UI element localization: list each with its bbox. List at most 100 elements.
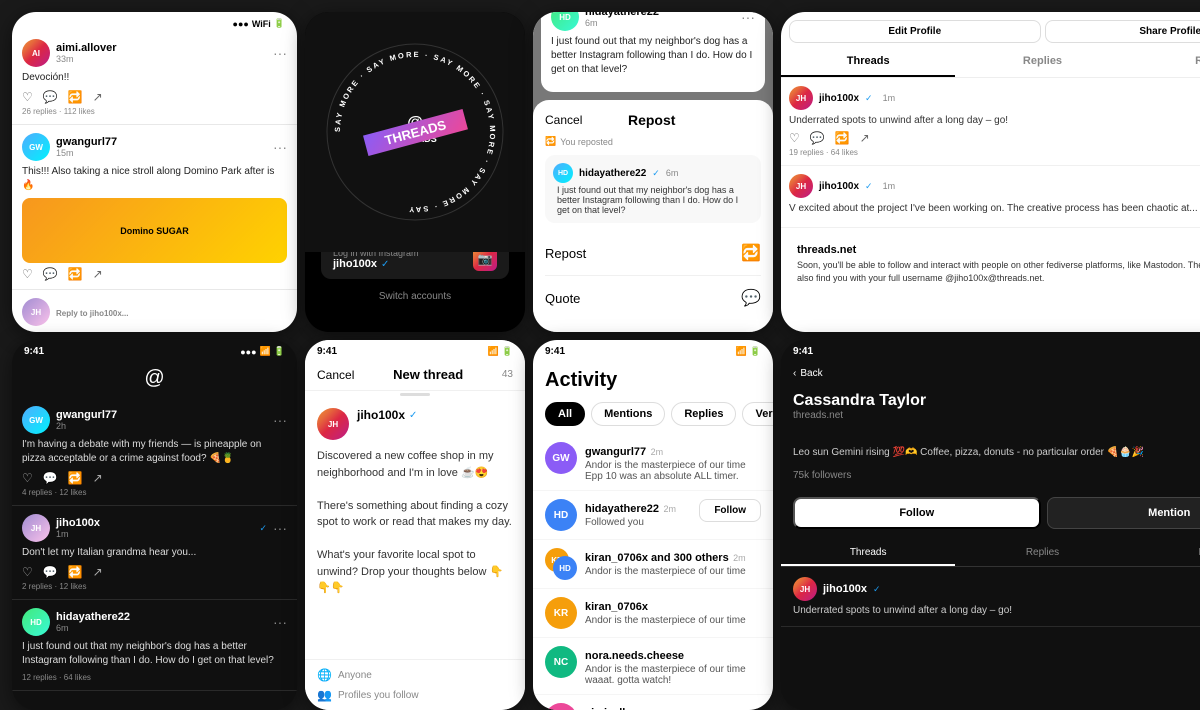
tab-threads[interactable]: Threads bbox=[781, 47, 955, 77]
quote-option[interactable]: Quote 💬 bbox=[545, 276, 761, 320]
more-options-icon[interactable]: ··· bbox=[273, 45, 287, 61]
verified-icon: ✓ bbox=[381, 259, 389, 270]
more-options-icon[interactable]: ··· bbox=[741, 12, 755, 25]
activity-item: HD hidayathere22 2m Followed you Follow bbox=[533, 491, 773, 540]
composer-text-area[interactable]: Discovered a new coffee shop in my neigh… bbox=[317, 448, 513, 597]
more-options-icon[interactable]: ··· bbox=[273, 139, 287, 155]
profile-actions: Follow Mention bbox=[781, 493, 1200, 533]
post-text: Don't let my Italian grandma hear you... bbox=[22, 546, 287, 560]
post-item: JH Reply to jiho100x... bbox=[12, 290, 297, 332]
post-text: Devoción!! bbox=[22, 71, 287, 85]
follow-button[interactable]: Follow bbox=[793, 497, 1041, 529]
activity-content: hidayathere22 2m Followed you bbox=[585, 499, 691, 528]
phone-activity: 9:41 📶🔋 Activity All Mentions Replies Ve… bbox=[533, 340, 773, 710]
reply-count: 26 replies · 112 likes bbox=[22, 107, 287, 116]
phone-profile: Edit Profile Share Profile Threads Repli… bbox=[781, 12, 1200, 332]
comment-icon[interactable]: 💬 bbox=[810, 131, 825, 145]
tab-replies[interactable]: Replies bbox=[671, 402, 736, 426]
edit-profile-button[interactable]: Edit Profile bbox=[789, 20, 1041, 43]
like-icon[interactable]: ♡ bbox=[789, 131, 800, 145]
reply-count: 19 replies · 64 likes bbox=[789, 148, 1200, 157]
follow-button[interactable]: Follow bbox=[699, 499, 761, 522]
globe-icon: 🌐 bbox=[317, 668, 332, 682]
share-icon[interactable]: ↗ bbox=[93, 90, 103, 104]
avatar: GW bbox=[545, 442, 577, 474]
repost-icon[interactable]: 🔁 bbox=[68, 90, 83, 104]
post-time: 15m bbox=[56, 148, 267, 158]
status-icons: 📶🔋 bbox=[736, 346, 761, 357]
repost-icon[interactable]: 🔁 bbox=[835, 131, 850, 145]
tab-mentions[interactable]: Mentions bbox=[591, 402, 665, 426]
post-username: aimi.allover bbox=[56, 42, 267, 54]
share-icon[interactable]: ↗ bbox=[93, 267, 103, 281]
share-icon[interactable]: ↗ bbox=[93, 471, 103, 485]
activity-item: AI aimi_allover Andor is... bbox=[533, 695, 773, 710]
reply-to: Reply to jiho100x... bbox=[56, 309, 287, 318]
post-text: Underrated spots to unwind after a long … bbox=[789, 114, 1200, 127]
post-username: gwangurl77 bbox=[56, 409, 267, 421]
verified-icon: ✓ bbox=[873, 584, 881, 595]
like-icon[interactable]: ♡ bbox=[22, 267, 33, 281]
phone-repost-modal: HD hidayathere22 6m ··· I just found out… bbox=[533, 12, 773, 332]
comment-icon[interactable]: 💬 bbox=[43, 90, 58, 104]
comment-icon[interactable]: 💬 bbox=[43, 565, 58, 579]
post-text: This!!! Also taking a nice stroll along … bbox=[22, 165, 287, 193]
post-meta: aimi.allover 33m bbox=[56, 42, 267, 64]
verified-icon: ✓ bbox=[652, 168, 660, 179]
nav-bar: ‹ Back @ 🔔 ··· bbox=[781, 359, 1200, 388]
post-time: 6m bbox=[56, 623, 267, 633]
post-text: I just found out that my neighbor's dog … bbox=[551, 35, 755, 77]
comment-icon[interactable]: 💬 bbox=[43, 267, 58, 281]
reply-count: 2 replies · 12 likes bbox=[22, 582, 287, 591]
profile-handle: threads.net bbox=[793, 410, 926, 421]
tab-reposts[interactable]: Reposts bbox=[1130, 541, 1200, 566]
share-icon[interactable]: ↗ bbox=[93, 565, 103, 579]
threads-net-card: threads.net Soon, you'll be able to foll… bbox=[785, 232, 1200, 296]
activity-item: NC nora.needs.cheese Andor is the master… bbox=[533, 638, 773, 695]
profile-bio: Leo sun Gemini rising 💯🫶 Coffee, pizza, … bbox=[781, 444, 1200, 462]
cancel-button[interactable]: Cancel bbox=[317, 368, 354, 382]
post-meta: Reply to jiho100x... bbox=[56, 306, 287, 318]
status-icons: ●●●WiFi🔋 bbox=[233, 18, 285, 29]
repost-icon[interactable]: 🔁 bbox=[68, 565, 83, 579]
more-options-icon[interactable]: ··· bbox=[273, 412, 287, 428]
like-icon[interactable]: ♡ bbox=[22, 90, 33, 104]
cancel-button[interactable]: Cancel bbox=[545, 113, 582, 127]
tab-all[interactable]: All bbox=[545, 402, 585, 426]
avatar: JH bbox=[22, 298, 50, 326]
phone-dark-feed: 9:41 ●●●📶🔋 @ GW gwangurl77 2h ··· I'm ha… bbox=[12, 340, 297, 710]
share-icon[interactable]: ↗ bbox=[860, 131, 870, 145]
activity-content: nora.needs.cheese Andor is the masterpie… bbox=[585, 646, 761, 686]
avatar: JH bbox=[317, 408, 349, 440]
audience-anyone[interactable]: 🌐 Anyone bbox=[317, 668, 513, 682]
phone-cassandra: 9:41 📶🔋 ‹ Back @ 🔔 ··· bbox=[781, 340, 1200, 710]
threads-logo: @ bbox=[12, 359, 297, 398]
more-options-icon[interactable]: ··· bbox=[273, 614, 287, 630]
quoted-text: I just found out that my neighbor's dog … bbox=[553, 185, 753, 215]
avatar: HD bbox=[22, 608, 50, 636]
status-time: 9:41 bbox=[545, 346, 565, 357]
comment-icon[interactable]: 💬 bbox=[43, 471, 58, 485]
profile-header: Edit Profile Share Profile bbox=[781, 12, 1200, 47]
activity-content: kiran_0706x Andor is the masterpiece of … bbox=[585, 597, 761, 626]
tab-replies[interactable]: Replies bbox=[955, 47, 1129, 77]
tab-verified[interactable]: Verifi... bbox=[742, 402, 773, 426]
like-icon[interactable]: ♡ bbox=[22, 565, 33, 579]
repost-option[interactable]: Repost 🔁 bbox=[545, 231, 761, 276]
activity-item: GW gwangurl77 2m Andor is the masterpiec… bbox=[533, 434, 773, 491]
back-button[interactable]: ‹ Back bbox=[793, 368, 823, 379]
switch-accounts-button[interactable]: Switch accounts bbox=[321, 287, 509, 302]
composer-body[interactable]: JH jiho100x ✓ Discovered a new coffee sh… bbox=[305, 398, 525, 659]
repost-icon[interactable]: 🔁 bbox=[68, 267, 83, 281]
tab-replies[interactable]: Replies bbox=[955, 541, 1129, 566]
tab-threads[interactable]: Threads bbox=[781, 541, 955, 566]
avatar: KR bbox=[545, 597, 577, 629]
tab-reposts[interactable]: Reposts bbox=[1130, 47, 1200, 77]
more-options-icon[interactable]: ··· bbox=[273, 520, 287, 536]
share-profile-button[interactable]: Share Profile bbox=[1045, 20, 1200, 43]
repost-icon[interactable]: 🔁 bbox=[68, 471, 83, 485]
quoted-username: hidayathere22 bbox=[579, 168, 646, 179]
profile-info: Cassandra Taylor threads.net bbox=[781, 388, 1200, 440]
like-icon[interactable]: ♡ bbox=[22, 471, 33, 485]
mention-button[interactable]: Mention bbox=[1047, 497, 1200, 529]
